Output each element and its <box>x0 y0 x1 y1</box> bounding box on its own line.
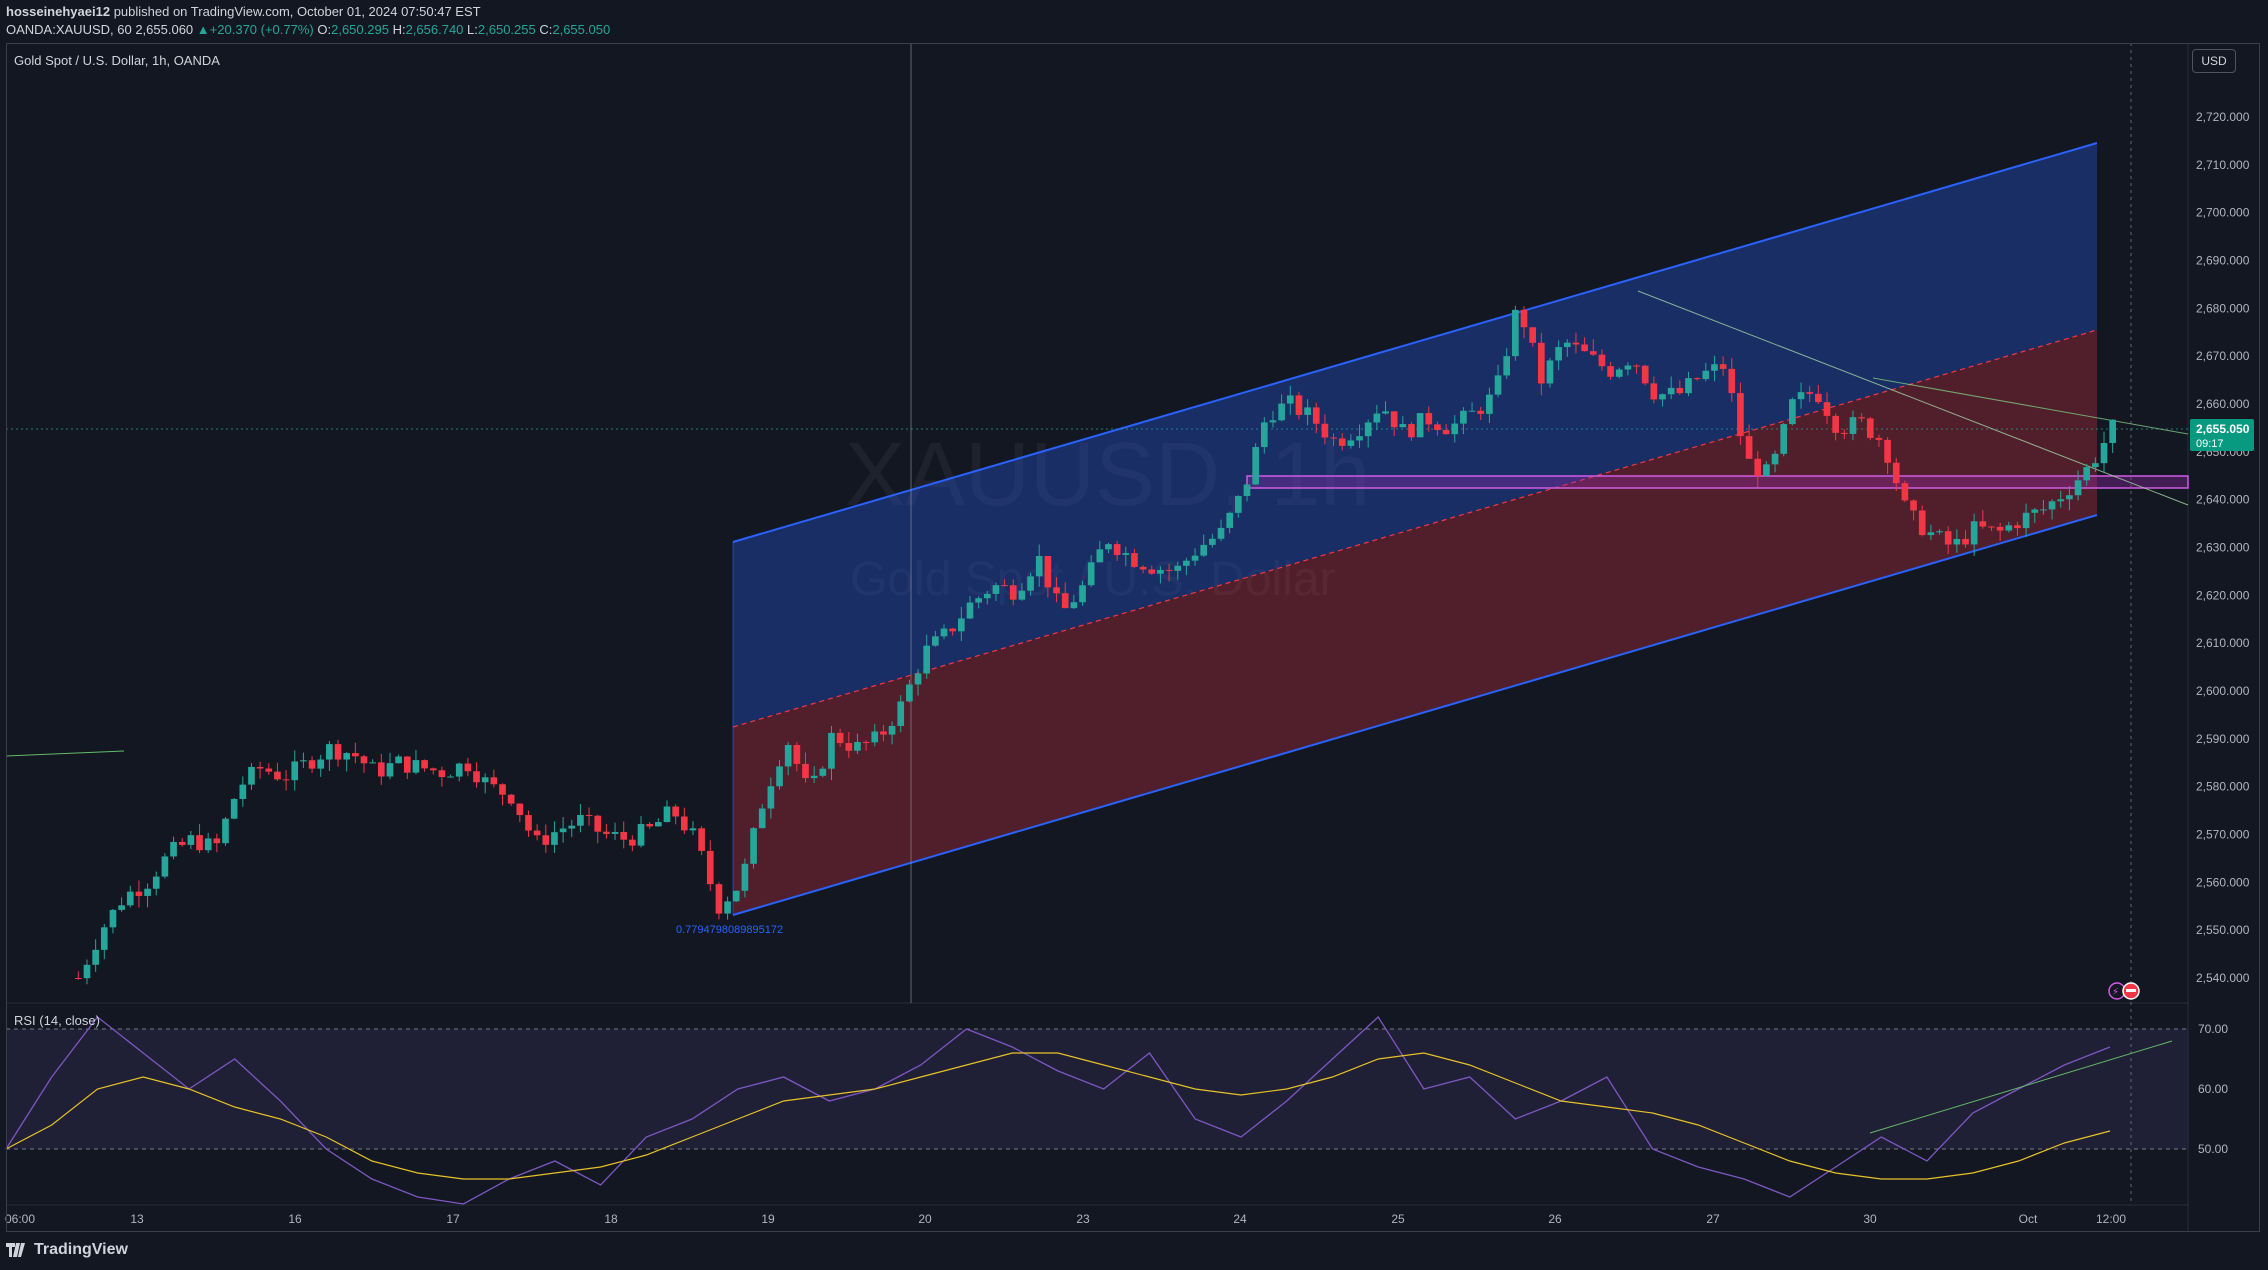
change-arrow-icon: ▲ <box>196 22 210 37</box>
legend-title[interactable]: Gold Spot / U.S. Dollar, 1h, OANDA <box>14 53 220 68</box>
price-change: +20.370 (+0.77%) <box>209 22 314 37</box>
chart-frame <box>6 43 2260 1232</box>
low-value: 2,650.255 <box>477 22 536 37</box>
rsi-legend-title[interactable]: RSI (14, close) <box>14 1013 100 1028</box>
high-label: H: <box>392 22 406 37</box>
tradingview-logo[interactable]: TradingView <box>6 1241 128 1259</box>
ohlc-bar: OANDA:XAUUSD, 60 2,655.060 ▲+20.370 (+0.… <box>6 22 610 37</box>
tradingview-icon <box>6 1243 25 1257</box>
close-value: 2,655.050 <box>552 22 611 37</box>
username[interactable]: hosseinehyaei12 <box>6 4 110 19</box>
publish-info: hosseinehyaei12 published on TradingView… <box>6 4 481 19</box>
symbol-label[interactable]: OANDA:XAUUSD, 60 <box>6 22 132 37</box>
close-label: C: <box>539 22 553 37</box>
open-label: O: <box>317 22 332 37</box>
brand-name: TradingView <box>34 1241 128 1258</box>
open-value: 2,650.295 <box>331 22 389 37</box>
high-value: 2,656.740 <box>405 22 464 37</box>
last-price: 2,655.060 <box>135 22 194 37</box>
low-label: L: <box>467 22 478 37</box>
published-text: published on TradingView.com, October 01… <box>113 4 481 19</box>
currency-button[interactable]: USD <box>2192 49 2236 73</box>
